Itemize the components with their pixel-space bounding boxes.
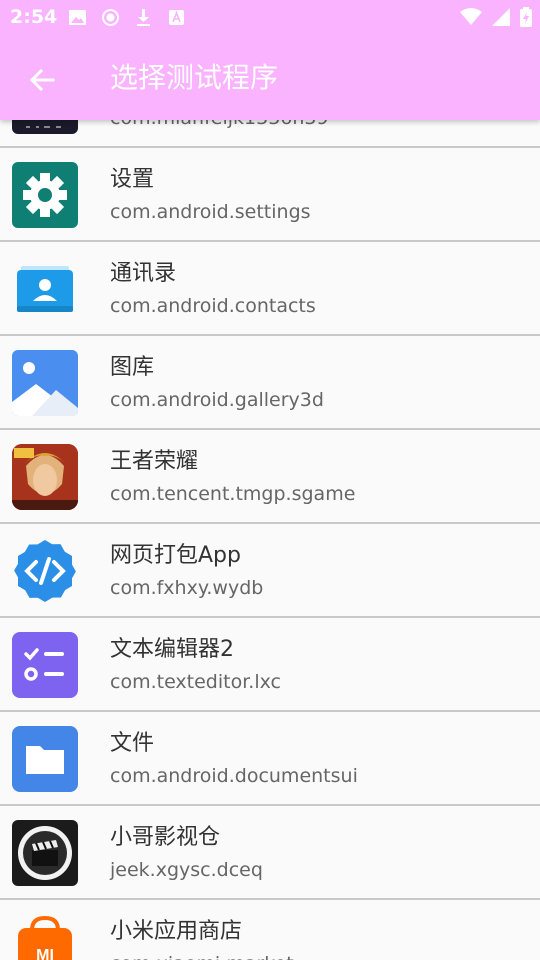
- game-avatar-icon: [12, 444, 78, 510]
- status-notification-icons: [68, 8, 186, 27]
- app-name: 网页打包App: [110, 543, 241, 568]
- list-item[interactable]: 小哥影视仓 jeek.xgysc.dceq: [0, 806, 540, 900]
- record-icon: [101, 8, 120, 27]
- arrow-back-icon: [29, 68, 55, 92]
- text-app-icon: [167, 8, 186, 27]
- download-icon: [134, 8, 153, 27]
- status-time: 2:54: [10, 6, 58, 28]
- app-name: 文本编辑器2: [110, 637, 234, 662]
- settings-gear-icon: [12, 162, 78, 228]
- app-list[interactable]: com.mianfeijk1336h39: [0, 120, 540, 960]
- page-title: 选择测试程序: [110, 61, 279, 94]
- image-icon: [68, 8, 87, 27]
- app-package: com.tencent.tmgp.sgame: [110, 483, 356, 505]
- app-name: 通讯录: [110, 261, 177, 286]
- list-item[interactable]: MI 小米应用商店 com.xiaomi.market: [0, 900, 540, 960]
- app-package: com.texteditor.lxc: [110, 671, 281, 693]
- signal-icon: [492, 8, 510, 30]
- app-package: com.android.contacts: [110, 295, 316, 317]
- list-item[interactable]: 图库 com.android.gallery3d: [0, 336, 540, 430]
- status-system-icons: [460, 7, 532, 31]
- app-package: com.mianfeijk1336h39: [110, 120, 329, 130]
- clapperboard-icon: [12, 820, 78, 886]
- app-package: com.android.gallery3d: [110, 389, 324, 411]
- code-icon: [12, 538, 78, 604]
- app-name: 小米应用商店: [110, 919, 243, 944]
- battery-charging-icon: [520, 7, 532, 31]
- back-button[interactable]: [20, 58, 64, 102]
- checklist-icon: [12, 632, 78, 698]
- list-item[interactable]: 王者荣耀 com.tencent.tmgp.sgame: [0, 430, 540, 524]
- list-item[interactable]: 文件 com.android.documentsui: [0, 712, 540, 806]
- wifi-icon: [460, 8, 482, 30]
- app-bar: 选择测试程序: [0, 36, 540, 120]
- list-item[interactable]: com.mianfeijk1336h39: [0, 120, 540, 148]
- app-name: 王者荣耀: [110, 449, 199, 474]
- app-name: 设置: [110, 167, 155, 192]
- folder-icon: [12, 726, 78, 792]
- app-package: com.android.documentsui: [110, 765, 358, 787]
- app-package: com.android.settings: [110, 201, 311, 223]
- list-item[interactable]: 网页打包App com.fxhxy.wydb: [0, 524, 540, 618]
- app-package: com.fxhxy.wydb: [110, 577, 264, 599]
- app-package: jeek.xgysc.dceq: [110, 859, 263, 881]
- status-bar: 2:54: [0, 0, 540, 36]
- svg-text:MI: MI: [36, 947, 54, 960]
- list-item[interactable]: 设置 com.android.settings: [0, 148, 540, 242]
- list-item[interactable]: 通讯录 com.android.contacts: [0, 242, 540, 336]
- app-name: 图库: [110, 355, 155, 380]
- contacts-icon: [12, 256, 78, 322]
- gallery-icon: [12, 350, 78, 416]
- partial-dark-icon: [12, 120, 78, 134]
- list-item[interactable]: 文本编辑器2 com.texteditor.lxc: [0, 618, 540, 712]
- app-package: com.xiaomi.market: [110, 952, 294, 960]
- mi-store-icon: MI: [12, 914, 78, 960]
- app-name: 小哥影视仓: [110, 825, 221, 850]
- app-name: 文件: [110, 731, 155, 756]
